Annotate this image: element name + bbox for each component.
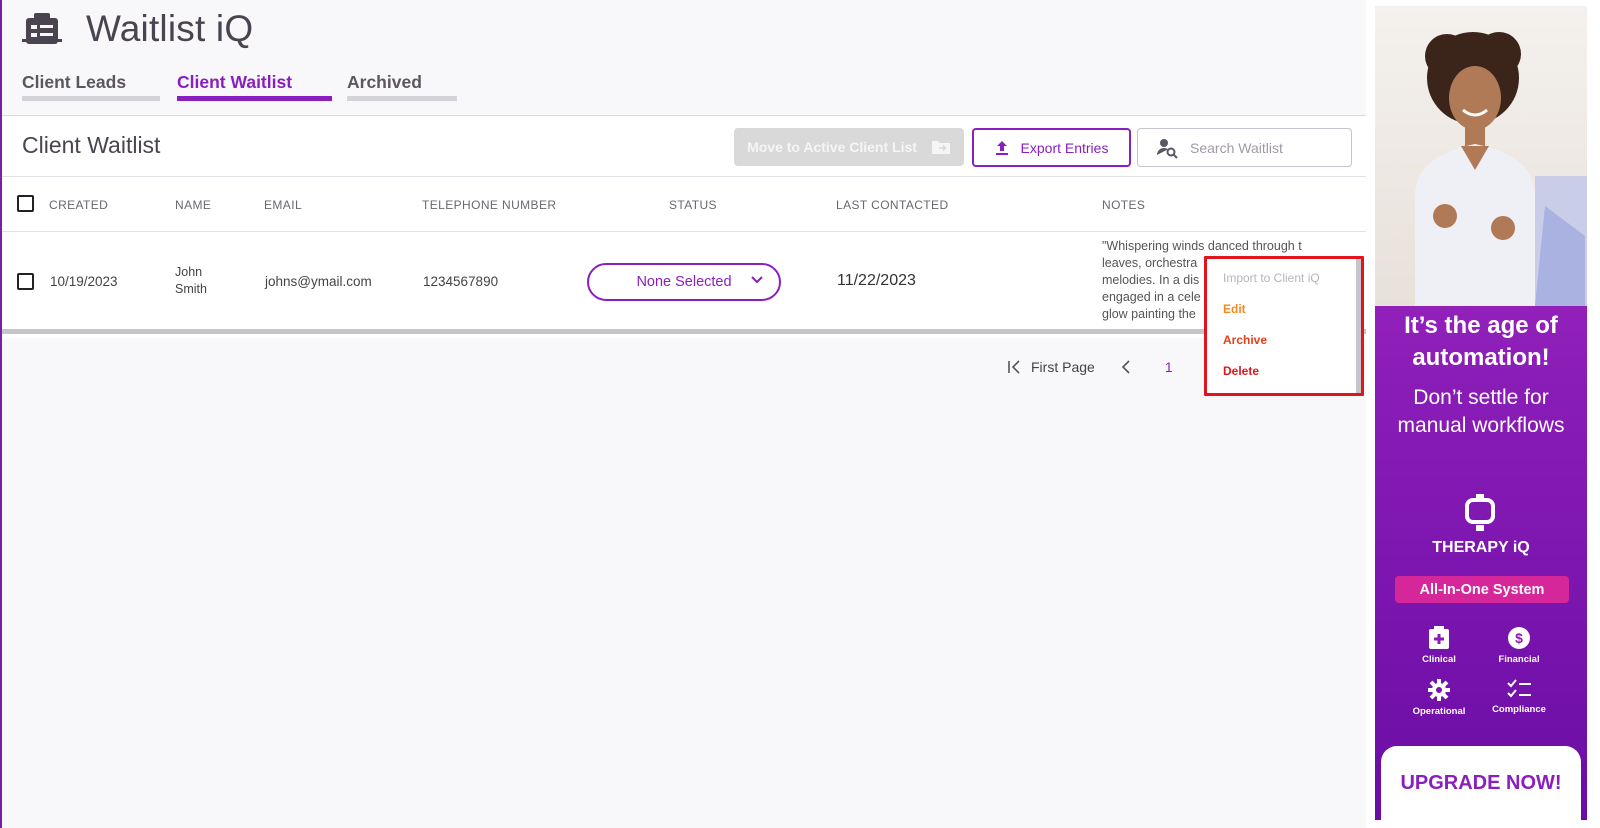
ad-headline-2: automation!: [1412, 344, 1550, 371]
feature-financial: $ Financial: [1479, 626, 1559, 665]
name-last: Smith: [175, 282, 207, 296]
export-button-label: Export Entries: [1020, 139, 1109, 156]
feature-compliance: Compliance: [1479, 678, 1559, 715]
pagination: First Page 1: [1007, 355, 1173, 379]
column-name[interactable]: NAME: [175, 198, 211, 212]
user-search-icon: [1157, 138, 1178, 159]
feature-label: Operational: [1412, 706, 1466, 717]
tab-label: Client Waitlist: [177, 72, 293, 92]
therapy-iq-ad-banner[interactable]: It’s the age of automation! Don’t settle…: [1375, 6, 1587, 820]
status-value: None Selected: [636, 274, 732, 290]
last-contacted-value: 11/22/2023: [837, 272, 916, 289]
feature-label: Financial: [1498, 654, 1540, 665]
tab-client-leads[interactable]: Client Leads: [22, 72, 160, 102]
svg-text:$: $: [1515, 630, 1523, 646]
column-email[interactable]: EMAIL: [264, 198, 302, 212]
name-first: John: [175, 265, 203, 279]
feature-clinical: Clinical: [1399, 626, 1479, 665]
ad-headline-1: It’s the age of: [1404, 312, 1558, 339]
menu-archive[interactable]: Archive: [1223, 333, 1267, 347]
row-actions-menu: Import to Client iQ Edit Archive Delete: [1204, 256, 1364, 396]
column-last-contacted[interactable]: LAST CONTACTED: [836, 198, 949, 212]
column-telephone[interactable]: TELEPHONE NUMBER: [422, 198, 556, 212]
move-to-active-button[interactable]: Move to Active Client List: [734, 128, 964, 166]
horizontal-scrollbar[interactable]: [2, 329, 1366, 334]
person-illustration: [1415, 32, 1587, 306]
page-number[interactable]: 1: [1165, 359, 1173, 375]
waitlist-app: Waitlist iQ Client Leads Client Waitlist…: [2, 0, 1366, 828]
row-checkbox[interactable]: [17, 273, 34, 290]
ad-badge: All-In-One System: [1395, 576, 1569, 603]
upload-icon: [995, 140, 1008, 155]
feature-operational: Operational: [1399, 678, 1479, 717]
checklist-icon: [1507, 679, 1531, 698]
table-header: CREATED NAME EMAIL TELEPHONE NUMBER STAT…: [2, 176, 1366, 232]
select-all-checkbox[interactable]: [17, 195, 34, 212]
first-page-link[interactable]: First Page: [1031, 359, 1095, 375]
menu-item-label: Delete: [1223, 364, 1260, 378]
ad-subline-2: manual workflows: [1397, 414, 1565, 437]
move-button-label: Move to Active Client List: [747, 139, 917, 155]
feature-label: Clinical: [1422, 654, 1456, 665]
created-date: 10/19/2023: [50, 274, 118, 289]
ad-subline-1: Don’t settle for: [1413, 386, 1549, 409]
menu-delete[interactable]: Delete: [1223, 364, 1259, 378]
export-entries-button[interactable]: Export Entries: [972, 128, 1131, 167]
upgrade-now-button[interactable]: UPGRADE NOW!: [1381, 746, 1581, 820]
tab-indicator: [177, 96, 332, 101]
menu-item-label: Archive: [1223, 333, 1268, 347]
folder-move-icon: [931, 141, 950, 154]
gear-icon: [1428, 679, 1450, 701]
page-title: Waitlist iQ: [86, 8, 254, 49]
menu-edit[interactable]: Edit: [1223, 302, 1246, 316]
ad-brand: THERAPY iQ: [1432, 539, 1530, 556]
menu-item-label: Edit: [1223, 302, 1246, 316]
menu-item-label: Import to Client iQ: [1223, 271, 1320, 285]
clipboard-list-icon: [22, 13, 62, 44]
tab-label: Archived: [347, 72, 422, 92]
ad-photo: [1375, 6, 1587, 306]
column-notes[interactable]: NOTES: [1102, 198, 1145, 212]
panel-title: Client Waitlist: [22, 132, 161, 158]
waitlist-panel: Client Waitlist Move to Active Client Li…: [2, 115, 1366, 338]
first-page-icon[interactable]: [1007, 360, 1023, 374]
chevron-left-icon[interactable]: [1121, 360, 1131, 374]
status-dropdown[interactable]: None Selected: [587, 263, 781, 301]
page-header: Waitlist iQ Client Leads Client Waitlist…: [2, 0, 1366, 115]
tab-indicator: [22, 96, 160, 101]
notes-line: "Whispering winds danced through t: [1102, 239, 1302, 253]
tab-indicator: [347, 96, 457, 101]
email-value: johns@ymail.com: [265, 274, 372, 289]
tab-label: Client Leads: [22, 72, 127, 92]
phone-value: 1234567890: [423, 274, 499, 289]
search-input[interactable]: [1190, 139, 1340, 156]
column-created[interactable]: CREATED: [49, 198, 108, 212]
menu-scrollbar[interactable]: [1356, 259, 1361, 393]
medical-folder-icon: [1429, 626, 1449, 649]
tab-client-waitlist[interactable]: Client Waitlist: [177, 72, 332, 102]
dollar-icon: $: [1508, 627, 1530, 649]
chevron-down-icon: [751, 276, 763, 284]
upgrade-label: UPGRADE NOW!: [1400, 772, 1562, 794]
table-row[interactable]: 10/19/2023 John Smith johns@ymail.com 12…: [2, 233, 1366, 329]
search-waitlist[interactable]: [1137, 128, 1352, 167]
tab-archived[interactable]: Archived: [347, 72, 457, 102]
column-status[interactable]: STATUS: [669, 198, 717, 212]
menu-import-to-client-iq: Import to Client iQ: [1223, 271, 1320, 285]
therapy-iq-logo-icon: [1465, 494, 1495, 531]
feature-label: Compliance: [1492, 704, 1546, 715]
